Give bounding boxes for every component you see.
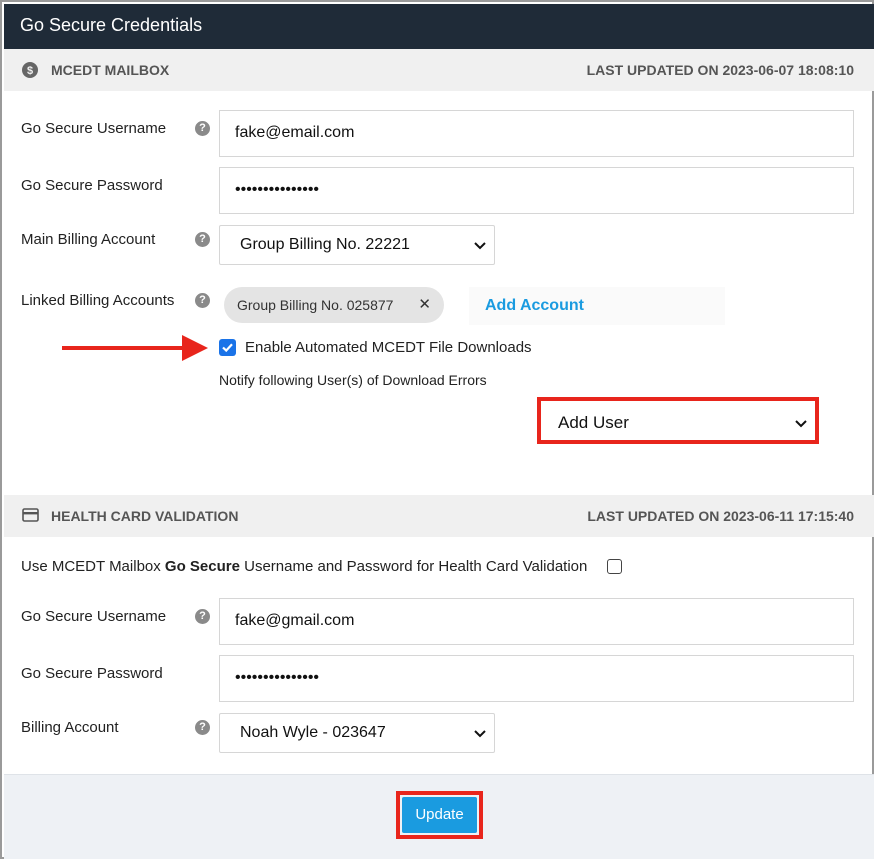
linked-billing-chip: Group Billing No. 025877 ✕ <box>224 287 444 323</box>
close-icon[interactable]: ✕ <box>418 295 431 313</box>
dollar-circle-icon: $ <box>22 62 38 81</box>
annotation-arrow-shaft <box>62 346 188 350</box>
update-button[interactable]: Update <box>402 797 477 833</box>
help-icon[interactable]: ? <box>195 121 210 136</box>
credentials-panel: Go Secure Credentials $ MCEDT MAILBOX LA… <box>0 0 874 859</box>
add-account-button[interactable]: Add Account <box>469 287 725 325</box>
main-billing-value: Group Billing No. 22221 <box>240 236 410 253</box>
annotation-arrow-head <box>182 335 208 361</box>
checkmark-icon <box>222 343 233 353</box>
help-icon[interactable]: ? <box>195 720 210 735</box>
mcedt-section-header: $ MCEDT MAILBOX LAST UPDATED ON 2023-06-… <box>4 49 874 91</box>
help-icon[interactable]: ? <box>195 232 210 247</box>
linked-billing-chip-label: Group Billing No. 025877 <box>237 297 394 313</box>
notify-users-label: Notify following User(s) of Download Err… <box>219 372 487 388</box>
health-billing-label: Billing Account <box>21 719 119 736</box>
chevron-down-icon <box>474 726 486 744</box>
health-username-input[interactable]: fake@gmail.com <box>219 598 854 645</box>
mcedt-section-label: MCEDT MAILBOX <box>51 62 170 78</box>
health-billing-select[interactable]: Noah Wyle - 023647 <box>219 713 495 753</box>
mcedt-username-input[interactable]: fake@email.com <box>219 110 854 157</box>
use-mcedt-credentials-label: Use MCEDT Mailbox Go Secure Username and… <box>21 558 588 575</box>
mcedt-last-updated: LAST UPDATED ON 2023-06-07 18:08:10 <box>586 62 854 78</box>
help-icon[interactable]: ? <box>195 293 210 308</box>
add-user-select[interactable]: Add User <box>543 403 813 439</box>
health-section-label: HEALTH CARD VALIDATION <box>51 508 239 524</box>
use-mcedt-credentials-checkbox[interactable] <box>607 559 622 574</box>
health-password-label: Go Secure Password <box>21 665 163 682</box>
main-billing-select[interactable]: Group Billing No. 22221 <box>219 225 495 265</box>
health-section-header: HEALTH CARD VALIDATION LAST UPDATED ON 2… <box>4 495 874 537</box>
linked-billing-label: Linked Billing Accounts <box>21 292 175 309</box>
health-last-updated: LAST UPDATED ON 2023-06-11 17:15:40 <box>587 508 854 524</box>
add-user-value: Add User <box>558 413 629 432</box>
svg-text:$: $ <box>27 65 33 77</box>
chevron-down-icon <box>474 238 486 256</box>
main-billing-label: Main Billing Account <box>21 231 156 248</box>
help-icon[interactable]: ? <box>195 609 210 624</box>
health-username-label: Go Secure Username <box>21 608 167 625</box>
credit-card-icon <box>22 508 39 525</box>
mcedt-username-label: Go Secure Username <box>21 120 167 137</box>
mcedt-password-input[interactable]: ••••••••••••••• <box>219 167 854 214</box>
enable-downloads-label: Enable Automated MCEDT File Downloads <box>245 339 532 356</box>
enable-downloads-checkbox[interactable] <box>219 339 236 356</box>
health-billing-value: Noah Wyle - 023647 <box>240 724 386 741</box>
panel-title: Go Secure Credentials <box>4 4 874 49</box>
mcedt-password-label: Go Secure Password <box>21 177 163 194</box>
health-password-input[interactable]: ••••••••••••••• <box>219 655 854 702</box>
chevron-down-icon <box>795 414 807 434</box>
